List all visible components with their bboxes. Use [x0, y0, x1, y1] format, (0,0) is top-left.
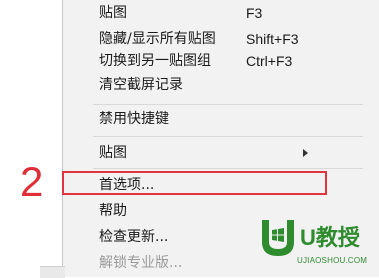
step-number-annotation: 2 — [20, 158, 44, 205]
menu-item-paste-submenu[interactable]: 贴图 — [63, 140, 379, 166]
menu-item-disable-hotkeys[interactable]: 禁用快捷键 — [63, 106, 379, 132]
menu-item-shortcut: F3 — [246, 5, 263, 21]
menu-item-label: 禁用快捷键 — [99, 111, 169, 127]
menu-item-help[interactable]: 帮助 — [63, 198, 379, 224]
menu-item-label: 检查更新... — [99, 229, 169, 245]
menu-item-paste-image[interactable]: 贴图 F3 — [63, 0, 379, 26]
menu-item-shortcut: Ctrl+F3 — [246, 53, 293, 69]
menu-item-switch-group[interactable]: 切换到另一贴图组 Ctrl+F3 — [63, 48, 379, 74]
menu-item-label: 解锁专业版... — [99, 255, 183, 271]
window-edge — [40, 266, 65, 278]
background-left — [0, 0, 62, 277]
menu-item-label: 帮助 — [99, 203, 127, 219]
menu-item-label: 贴图 — [99, 145, 127, 161]
chevron-right-icon — [303, 149, 308, 157]
menu-item-clear-history[interactable]: 清空截屏记录 — [63, 72, 379, 98]
watermark-brand: U教授 — [300, 225, 360, 250]
menu-item-label: 清空截屏记录 — [99, 77, 183, 93]
menu-item-label: 切换到另一贴图组 — [99, 53, 211, 69]
menu-separator — [93, 136, 363, 137]
menu-item-label: 贴图 — [99, 5, 127, 21]
watermark-url: UJIAOSHOU.COM — [297, 256, 368, 265]
menu-separator — [93, 168, 363, 169]
highlight-box — [62, 171, 327, 195]
menu-separator — [93, 104, 363, 105]
watermark-logo-icon — [262, 220, 294, 256]
